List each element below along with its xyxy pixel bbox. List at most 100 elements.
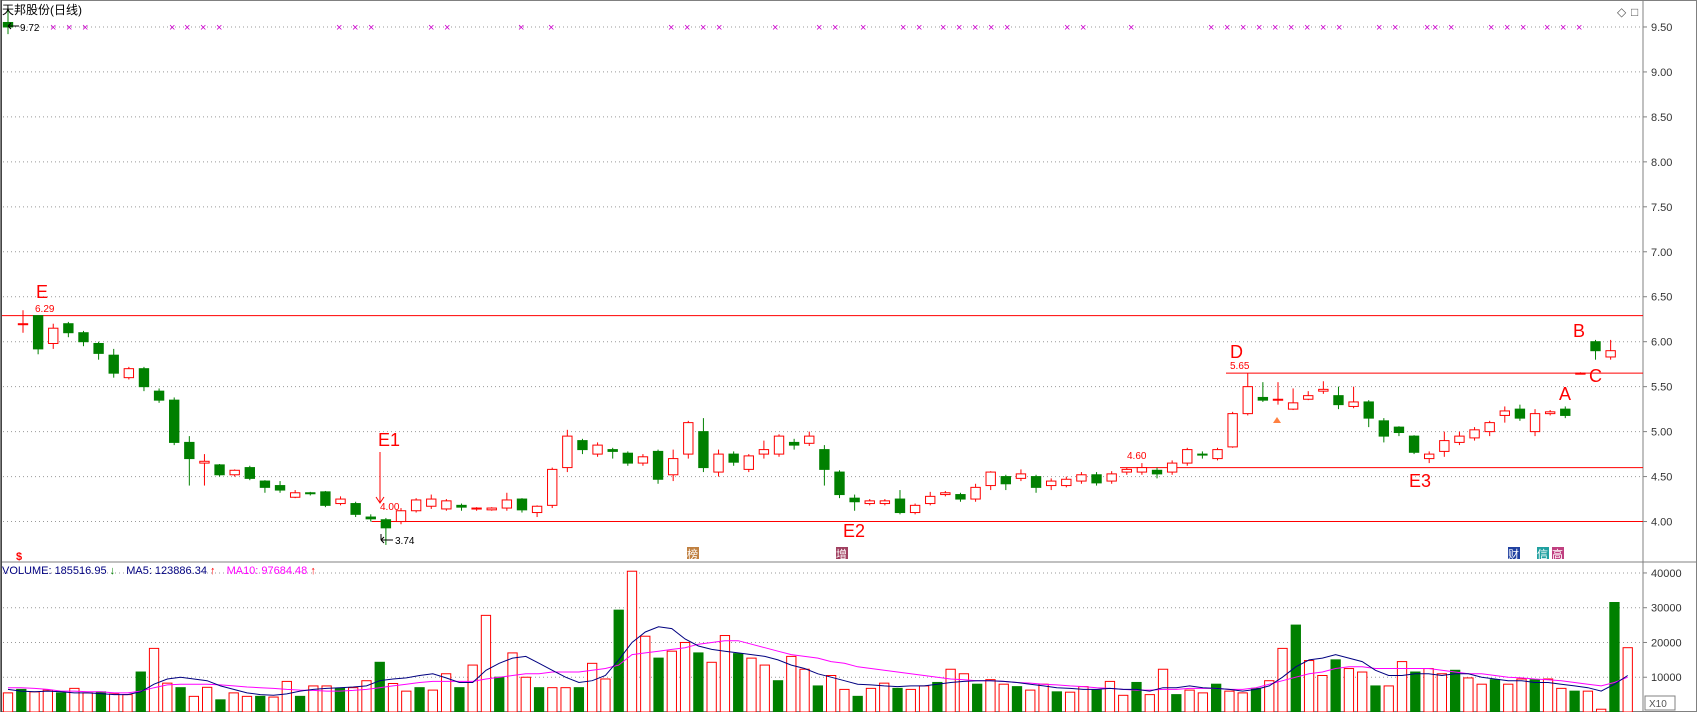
zeng-icon[interactable]: 增 [836, 547, 848, 561]
high-arrow [7, 22, 19, 30]
candle-up [410, 499, 422, 512]
candle-up [471, 507, 482, 510]
volume-bar-down [533, 687, 545, 712]
candle-down [1378, 420, 1390, 437]
label-D: D [1230, 342, 1243, 362]
marker-x-icon: × [368, 22, 374, 34]
marker-x-icon: × [1432, 22, 1438, 34]
diamond-icon[interactable]: ◇ [1617, 5, 1627, 19]
label-E: E [36, 282, 48, 302]
xin-icon[interactable]: 信 [1537, 547, 1549, 561]
candle-down [244, 467, 255, 479]
candle-down [1091, 474, 1102, 484]
volume-bar-down [1131, 681, 1142, 712]
volume-bar-up [985, 679, 996, 712]
marker-x-icon: × [1080, 22, 1086, 34]
ma5-arrow-icon: ↑ [210, 565, 216, 577]
candle-down [698, 431, 709, 469]
volume-bar-up [1463, 677, 1474, 712]
volume-bar-up [1476, 683, 1487, 712]
candle-down [1514, 408, 1526, 419]
volume-bar-up [122, 694, 133, 712]
volume-bar-up [1224, 690, 1235, 712]
volume-bar-up [348, 687, 359, 712]
volume-value: VOLUME: 185516.95 [2, 565, 107, 577]
candle-down [1408, 435, 1420, 453]
volume-bar-up [719, 635, 731, 712]
candle-up [1227, 413, 1238, 448]
candle-up [486, 507, 497, 511]
volume-bar-down [1011, 686, 1023, 712]
volume-bar-up [560, 687, 571, 712]
dollar-icon[interactable]: $ [16, 551, 22, 563]
candle-up [1061, 478, 1072, 487]
volume-bar-up [29, 691, 40, 712]
volume-bar-up [1516, 678, 1527, 712]
candle-down [456, 504, 467, 508]
e1-arrow [375, 452, 385, 504]
volume-bar-up [1025, 689, 1036, 712]
marker-x-icon: × [336, 22, 342, 34]
label-400: 4.00 [380, 502, 400, 513]
volume-bar-down [1290, 624, 1301, 712]
candle-up [804, 435, 815, 444]
marker-x-icon: × [1128, 22, 1134, 34]
candle-down [1560, 408, 1571, 416]
label-C: C [1589, 366, 1602, 386]
candle-up [1045, 480, 1057, 487]
candle-down [1257, 396, 1269, 401]
marker-x-icon: × [1560, 22, 1566, 34]
volume-bar-up [1582, 690, 1594, 712]
volume-tick-label: 10000 [1651, 672, 1682, 684]
marker-x-icon: × [1448, 22, 1454, 34]
marker-x-icon: × [1504, 22, 1510, 34]
volume-bar-down [573, 687, 585, 712]
volume-bar-up [1157, 668, 1169, 712]
candle-up [758, 449, 770, 455]
volume-bar-down [892, 687, 903, 712]
candles [2, 7, 1616, 545]
candle-down [32, 315, 44, 350]
gao-icon[interactable]: 高 [1552, 547, 1564, 561]
chart-frame [0, 0, 1697, 712]
volume-bar-down [255, 695, 266, 712]
price-tick-label: 7.50 [1651, 202, 1672, 214]
marker-x-icon: × [988, 22, 994, 34]
label-A: A [1559, 384, 1571, 404]
candle-up [970, 486, 981, 500]
marker-x-icon: × [1320, 22, 1326, 34]
volume-bar-up [1144, 694, 1155, 712]
cai-icon[interactable]: 财 [1508, 547, 1520, 561]
label-B: B [1573, 321, 1585, 341]
candle-up [1303, 395, 1314, 400]
marker-x-icon: × [900, 22, 906, 34]
kline-chart[interactable]: 9.50 9.00 8.50 8.00 7.50 7.00 6.50 6.00 5.50 5.00… [0, 0, 1697, 712]
top-markers: × × × × × × × × × × × × × × × × × × × × × × × × × × × × × × × × × × × × × × × ×… [50, 22, 1582, 34]
window-icon[interactable]: □ [1631, 5, 1638, 19]
volume-bar-up [520, 676, 531, 712]
marker-x-icon: × [518, 22, 524, 34]
volume-bar-up [759, 664, 770, 712]
marker-x-icon: × [1488, 22, 1494, 34]
candle-up [683, 422, 694, 455]
bang-icon[interactable]: 榜 [687, 547, 699, 561]
volume-bar-up [1237, 692, 1248, 712]
volume-bar-down [55, 692, 67, 712]
candle-up [879, 500, 891, 505]
candle-down [274, 485, 286, 491]
marker-x-icon: × [940, 22, 946, 34]
volume-bar-up [1343, 668, 1355, 712]
candle-down [728, 453, 739, 463]
volume-bar-up [507, 652, 518, 712]
candle-up [667, 458, 679, 476]
candle-up [1106, 473, 1117, 482]
label-E3: E3 [1409, 471, 1431, 491]
candle-up [199, 460, 210, 464]
price-tick-label: 9.00 [1651, 67, 1672, 79]
volume-bar-up [82, 692, 93, 712]
candle-up [1544, 411, 1556, 415]
marker-x-icon: × [200, 22, 206, 34]
marker-x-icon: × [956, 22, 962, 34]
candle-up [1575, 372, 1586, 375]
marker-x-icon: × [184, 22, 190, 34]
